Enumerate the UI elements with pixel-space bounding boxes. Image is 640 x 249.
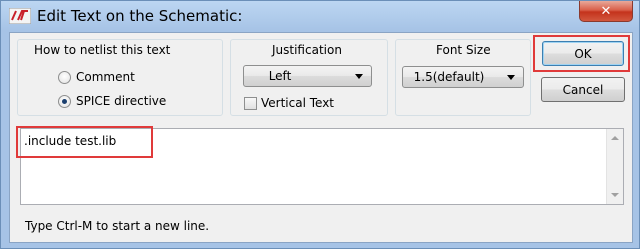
ok-button[interactable]: OK	[542, 41, 624, 66]
window-title: Edit Text on the Schematic:	[37, 7, 243, 25]
radio-spice-directive-button[interactable]	[58, 94, 71, 108]
radio-comment[interactable]: Comment	[58, 70, 135, 84]
vertical-text-label: Vertical Text	[261, 96, 335, 110]
ltspice-icon	[8, 7, 32, 25]
text-editor-content: .include test.lib	[24, 134, 117, 148]
font-size-select[interactable]: 1.5(default)	[402, 66, 524, 88]
text-editor[interactable]: .include test.lib	[20, 128, 624, 205]
font-size-select-value: 1.5(default)	[413, 70, 485, 84]
justification-group-label: Justification	[272, 43, 342, 57]
close-button[interactable]: ✕	[579, 1, 633, 22]
chevron-down-icon	[355, 74, 363, 79]
radio-spice-directive-label: SPICE directive	[76, 94, 167, 108]
hint-text: Type Ctrl-M to start a new line.	[25, 219, 210, 233]
title-bar[interactable]: Edit Text on the Schematic: ✕	[1, 1, 639, 34]
dialog-client-area: How to netlist this text Comment SPICE d…	[9, 32, 633, 243]
radio-spice-directive[interactable]: SPICE directive	[58, 94, 166, 108]
close-icon: ✕	[600, 3, 612, 19]
font-size-group-label: Font Size	[436, 43, 491, 57]
vertical-scrollbar[interactable]	[606, 129, 623, 204]
vertical-text-checkbox[interactable]: Vertical Text	[244, 96, 334, 110]
radio-comment-label: Comment	[76, 70, 135, 84]
netlist-group-label: How to netlist this text	[34, 43, 171, 57]
scroll-up-icon[interactable]	[611, 136, 619, 140]
radio-comment-button[interactable]	[58, 70, 71, 84]
cancel-button[interactable]: Cancel	[541, 77, 625, 102]
justification-select[interactable]: Left	[243, 65, 372, 87]
edit-text-dialog: Edit Text on the Schematic: ✕ How to net…	[0, 0, 640, 249]
vertical-text-checkbox-box[interactable]	[244, 96, 257, 110]
justification-select-value: Left	[268, 69, 292, 83]
chevron-down-icon	[507, 75, 515, 80]
scroll-down-icon[interactable]	[611, 193, 619, 197]
